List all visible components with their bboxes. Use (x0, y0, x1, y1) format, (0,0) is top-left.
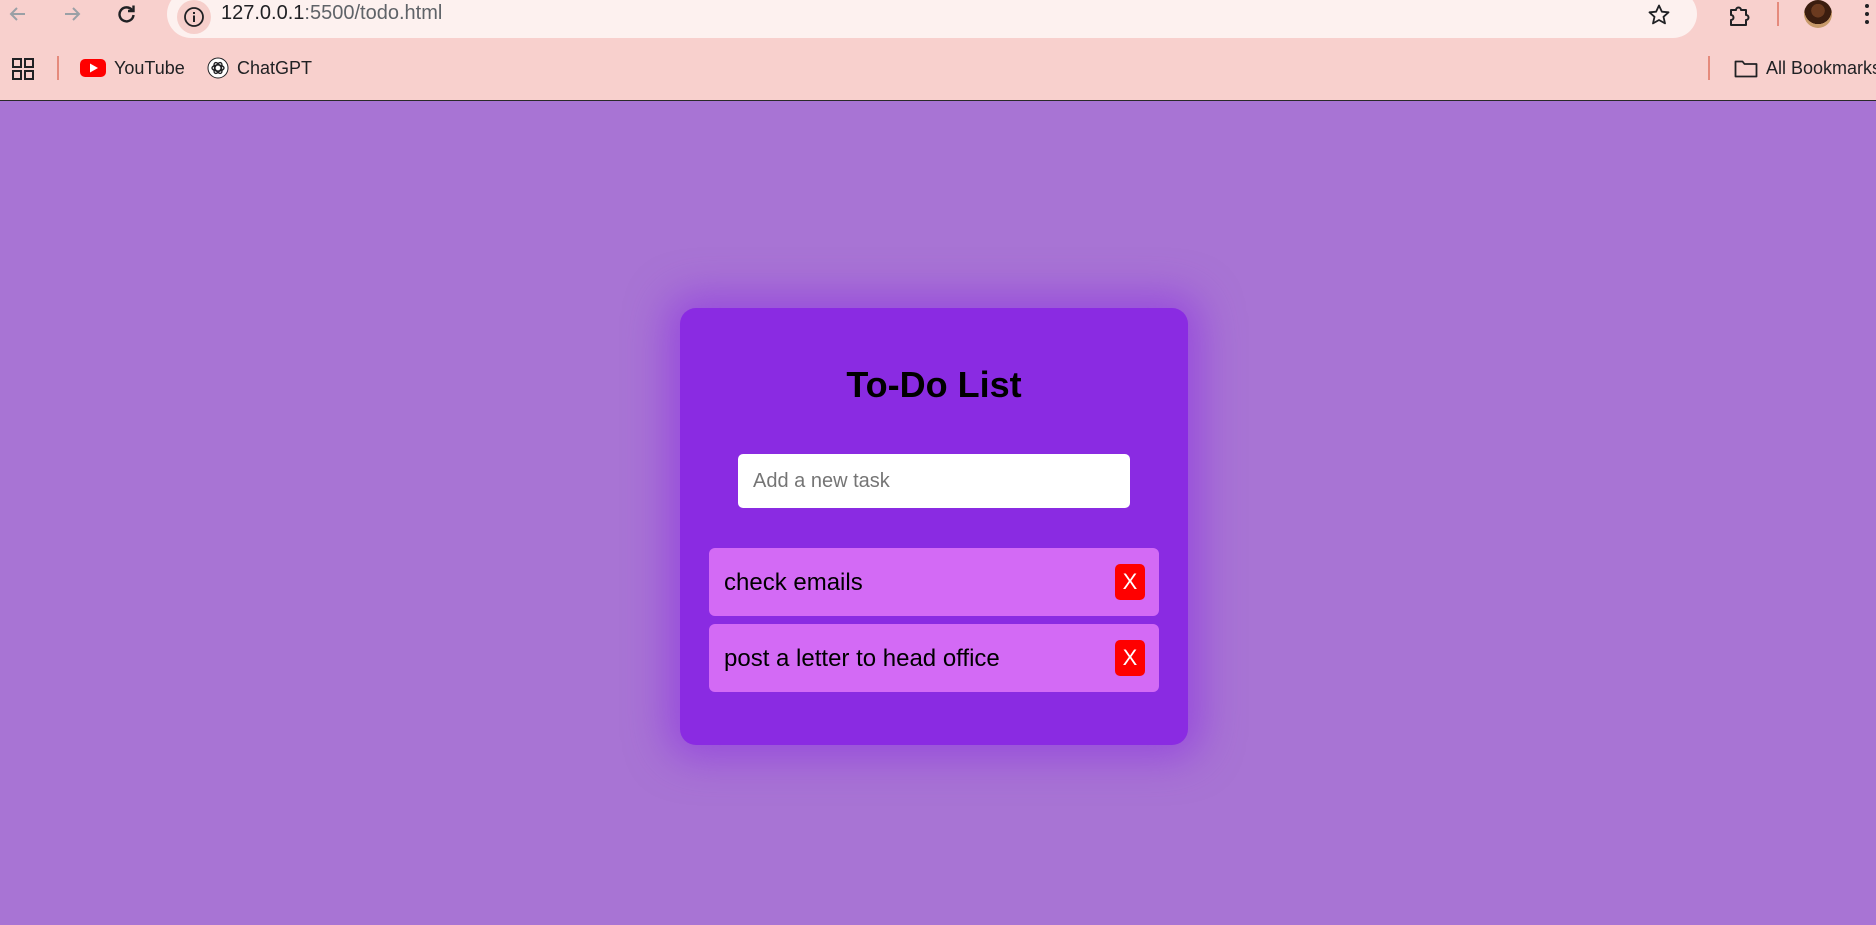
arrow-left-icon (9, 7, 25, 21)
all-bookmarks-label: All Bookmarks (1766, 57, 1876, 78)
browser-toolbar: 127.0.0.1:5500/todo.html (0, 0, 1876, 38)
info-icon (184, 7, 204, 27)
back-button[interactable] (2, 0, 34, 28)
arrow-right-icon (65, 7, 81, 21)
extensions-button[interactable] (1722, 0, 1756, 30)
folder-icon (1734, 58, 1758, 78)
address-bar[interactable]: 127.0.0.1:5500/todo.html (167, 0, 1697, 38)
browser-menu-button[interactable] (1862, 2, 1872, 28)
bookmark-chatgpt[interactable]: ChatGPT (207, 54, 312, 82)
delete-task-button[interactable]: X (1115, 640, 1145, 676)
dot (1865, 20, 1869, 24)
todo-card: To-Do List check emails X post a letter … (680, 308, 1188, 745)
bookmark-youtube[interactable]: YouTube (80, 54, 185, 82)
task-text: post a letter to head office (724, 645, 1000, 672)
star-icon (1648, 4, 1670, 25)
all-bookmarks-button[interactable]: All Bookmarks (1734, 54, 1876, 82)
task-list: check emails X post a letter to head off… (709, 548, 1159, 700)
reload-icon (118, 5, 135, 23)
bookmark-label: YouTube (114, 57, 185, 78)
profile-avatar[interactable] (1804, 0, 1832, 28)
reload-button[interactable] (110, 0, 142, 28)
url-path: :5500/todo.html (304, 2, 443, 24)
bookmarks-divider (57, 56, 59, 80)
bookmark-star-button[interactable] (1645, 1, 1673, 29)
bookmark-label: ChatGPT (237, 57, 313, 78)
task-text: check emails (724, 569, 863, 596)
page-title: To-Do List (846, 364, 1022, 405)
delete-task-button[interactable]: X (1115, 564, 1145, 600)
url-text[interactable]: 127.0.0.1:5500/todo.html (221, 2, 442, 25)
forward-button[interactable] (56, 0, 88, 28)
bookmarks-divider-right (1708, 56, 1710, 80)
apps-grid-icon[interactable] (12, 58, 34, 80)
youtube-icon (80, 58, 106, 78)
site-info-button[interactable] (177, 0, 211, 34)
toolbar-divider (1777, 2, 1779, 26)
browser-chrome: 127.0.0.1:5500/todo.html YouTube ChatGPT… (0, 0, 1876, 101)
chatgpt-icon (207, 57, 229, 79)
task-item[interactable]: post a letter to head office X (709, 624, 1159, 692)
task-item[interactable]: check emails X (709, 548, 1159, 616)
url-host: 127.0.0.1 (221, 2, 305, 24)
puzzle-icon (1730, 6, 1750, 26)
dot (1865, 4, 1869, 8)
bookmarks-bar: YouTube ChatGPT All Bookmarks (0, 48, 1876, 88)
dot (1865, 12, 1869, 16)
new-task-input[interactable] (738, 454, 1130, 508)
